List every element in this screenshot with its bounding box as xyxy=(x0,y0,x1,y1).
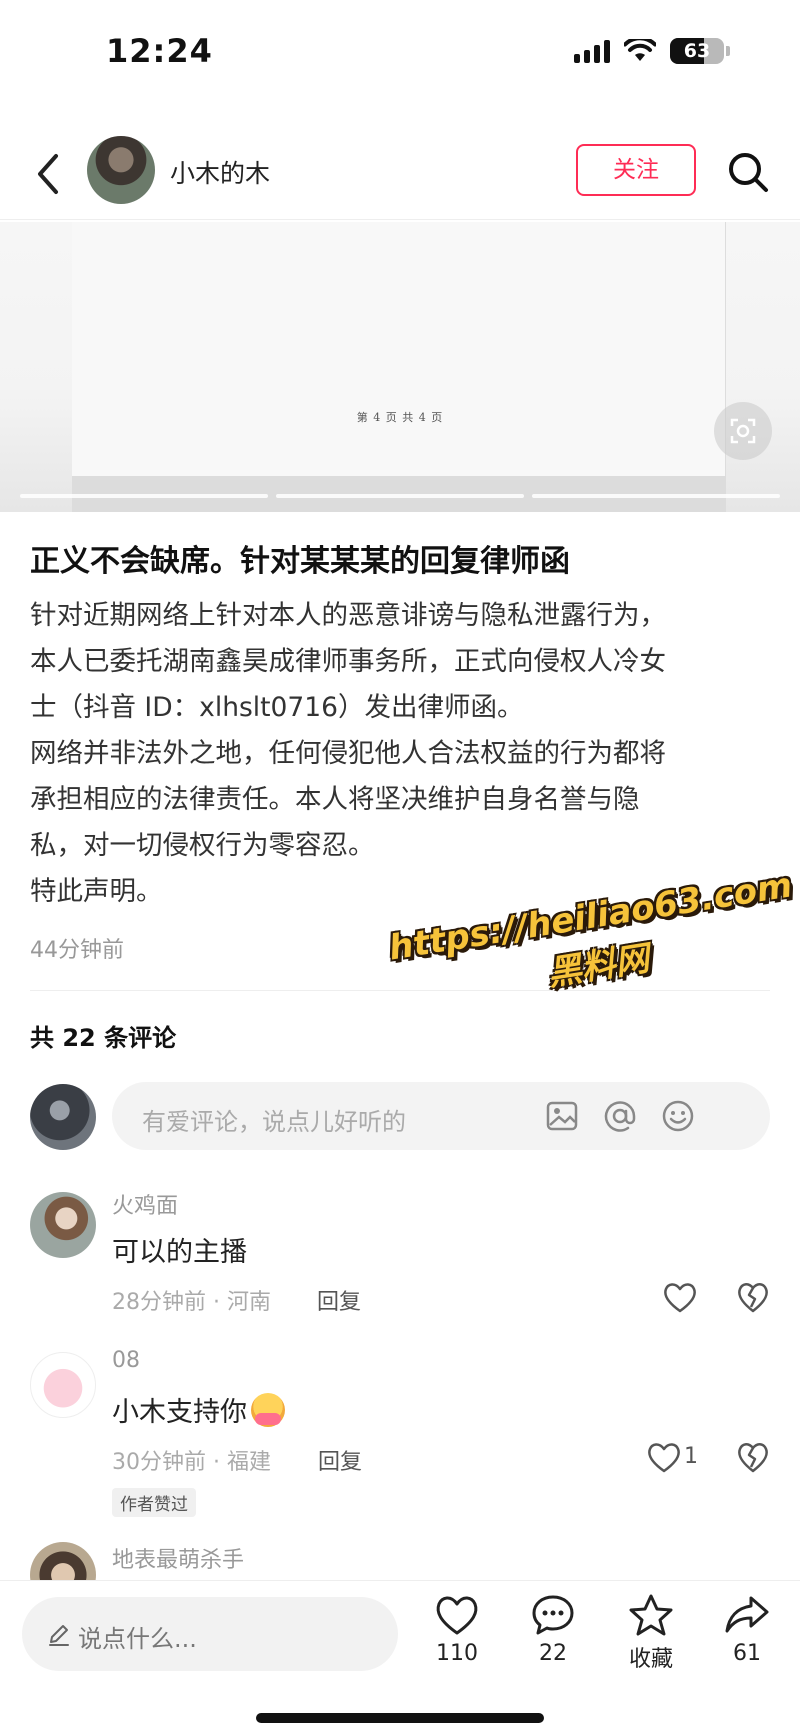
like-count: 1 xyxy=(684,1444,698,1469)
scan-icon xyxy=(730,418,756,444)
post-line: 针对近期网络上针对本人的恶意诽谤与隐私泄露行为， xyxy=(30,600,666,631)
comment-item: 08 小木支持你 30分钟前 · 福建 回复 1 作者赞过 xyxy=(0,1348,800,1528)
commenter-avatar[interactable] xyxy=(30,1352,96,1418)
star-icon xyxy=(629,1594,673,1636)
share-button[interactable]: 61 xyxy=(702,1593,792,1666)
like-button[interactable]: 110 xyxy=(412,1593,502,1666)
dislike-icon[interactable] xyxy=(736,1280,770,1314)
post-line: 网络并非法外之地，任何侵犯他人合法权益的行为都将 xyxy=(30,738,666,769)
status-indicators: 63 xyxy=(574,38,730,64)
share-icon xyxy=(725,1596,769,1633)
slide-progress-segment xyxy=(532,494,780,498)
mention-icon[interactable] xyxy=(602,1098,638,1134)
author-name[interactable]: 小木的木 xyxy=(170,154,270,190)
back-icon[interactable] xyxy=(28,148,68,200)
like-icon[interactable] xyxy=(646,1440,682,1474)
favorite-button[interactable]: 收藏 xyxy=(606,1593,696,1673)
commenter-avatar[interactable] xyxy=(30,1192,96,1258)
say-something-placeholder: 说点什么... xyxy=(78,1625,197,1653)
comment-input[interactable]: 有爱评论，说点儿好听的 xyxy=(112,1082,770,1150)
comment-text-content: 小木支持你 xyxy=(112,1397,247,1428)
commenter-avatar[interactable] xyxy=(30,1542,96,1580)
home-indicator[interactable] xyxy=(256,1713,544,1723)
commenter-name[interactable]: 火鸡面 xyxy=(112,1188,178,1220)
comment-text: 小木支持你 xyxy=(112,1390,285,1429)
wifi-icon xyxy=(624,39,656,61)
post-line: 本人已委托湖南鑫昊成律师事务所，正式向侵权人冷女 xyxy=(30,646,666,677)
commenter-name[interactable]: 08 xyxy=(112,1348,140,1373)
battery-level: 63 xyxy=(683,40,711,62)
emoji-icon[interactable] xyxy=(660,1098,696,1134)
comment-input-placeholder: 有爱评论，说点儿好听的 xyxy=(142,1108,406,1136)
comment-button[interactable]: 22 xyxy=(508,1593,598,1666)
comment-item: 火鸡面 可以的主播 28分钟前 · 河南 回复 xyxy=(0,1188,800,1315)
say-something-input[interactable]: 说点什么... xyxy=(22,1597,398,1671)
commenter-name[interactable]: 地表最萌杀手 xyxy=(112,1542,244,1574)
document-page xyxy=(72,222,726,476)
image-icon[interactable] xyxy=(544,1098,580,1134)
like-icon[interactable] xyxy=(662,1280,698,1314)
like-count: 110 xyxy=(436,1641,478,1666)
comment-count-label: 22 xyxy=(539,1641,567,1666)
post-time: 44分钟前 xyxy=(30,938,124,963)
author-avatar[interactable] xyxy=(87,136,155,204)
pencil-icon xyxy=(49,1625,69,1646)
comment-text: 可以的主播 xyxy=(112,1237,247,1268)
battery-icon: 63 xyxy=(670,38,724,64)
share-count: 61 xyxy=(733,1641,761,1666)
post-line: 士（抖音 ID：xlhslt0716）发出律师函。 xyxy=(30,692,524,723)
author-liked-badge: 作者赞过 xyxy=(112,1488,196,1517)
comment-meta: 30分钟前 · 福建 xyxy=(112,1450,271,1475)
comment-meta: 28分钟前 · 河南 xyxy=(112,1290,271,1315)
post-header: 小木的木 关注 xyxy=(0,130,800,220)
slide-progress-segment xyxy=(276,494,524,498)
hug-emoji-icon xyxy=(251,1393,285,1427)
slide-progress xyxy=(20,494,780,498)
reply-button[interactable]: 回复 xyxy=(318,1444,362,1476)
slide-progress-segment xyxy=(20,494,268,498)
post-image-carousel[interactable]: 第 4 页 共 4 页 xyxy=(0,222,800,512)
cellular-signal-icon xyxy=(574,39,610,63)
favorite-label: 收藏 xyxy=(628,1647,673,1672)
follow-button[interactable]: 关注 xyxy=(576,144,696,196)
post-body: 针对近期网络上针对本人的恶意诽谤与隐私泄露行为， 本人已委托湖南鑫昊成律师事务所… xyxy=(30,593,770,915)
comment-count: 共 22 条评论 xyxy=(30,1024,177,1052)
document-page-number: 第 4 页 共 4 页 xyxy=(356,411,444,424)
post-line: 承担相应的法律责任。本人将坚决维护自身名誉与隐 xyxy=(30,784,640,815)
bottom-action-bar: 说点什么... 110 22 收藏 61 xyxy=(0,1580,800,1734)
status-time: 12:24 xyxy=(106,32,213,70)
post-line: 私，对一切侵权行为零容忍。 xyxy=(30,830,375,861)
heart-icon xyxy=(436,1596,478,1635)
image-scan-button[interactable] xyxy=(714,402,772,460)
post-title: 正义不会缺席。针对某某某的回复律师函 xyxy=(30,544,570,579)
dislike-icon[interactable] xyxy=(736,1440,770,1474)
reply-button[interactable]: 回复 xyxy=(317,1284,361,1316)
comment-item: 地表最萌杀手 xyxy=(0,1542,800,1580)
user-avatar xyxy=(30,1084,96,1150)
comment-bubble-icon xyxy=(532,1595,574,1635)
status-bar: 12:24 63 xyxy=(0,0,800,110)
search-icon[interactable] xyxy=(726,150,770,194)
